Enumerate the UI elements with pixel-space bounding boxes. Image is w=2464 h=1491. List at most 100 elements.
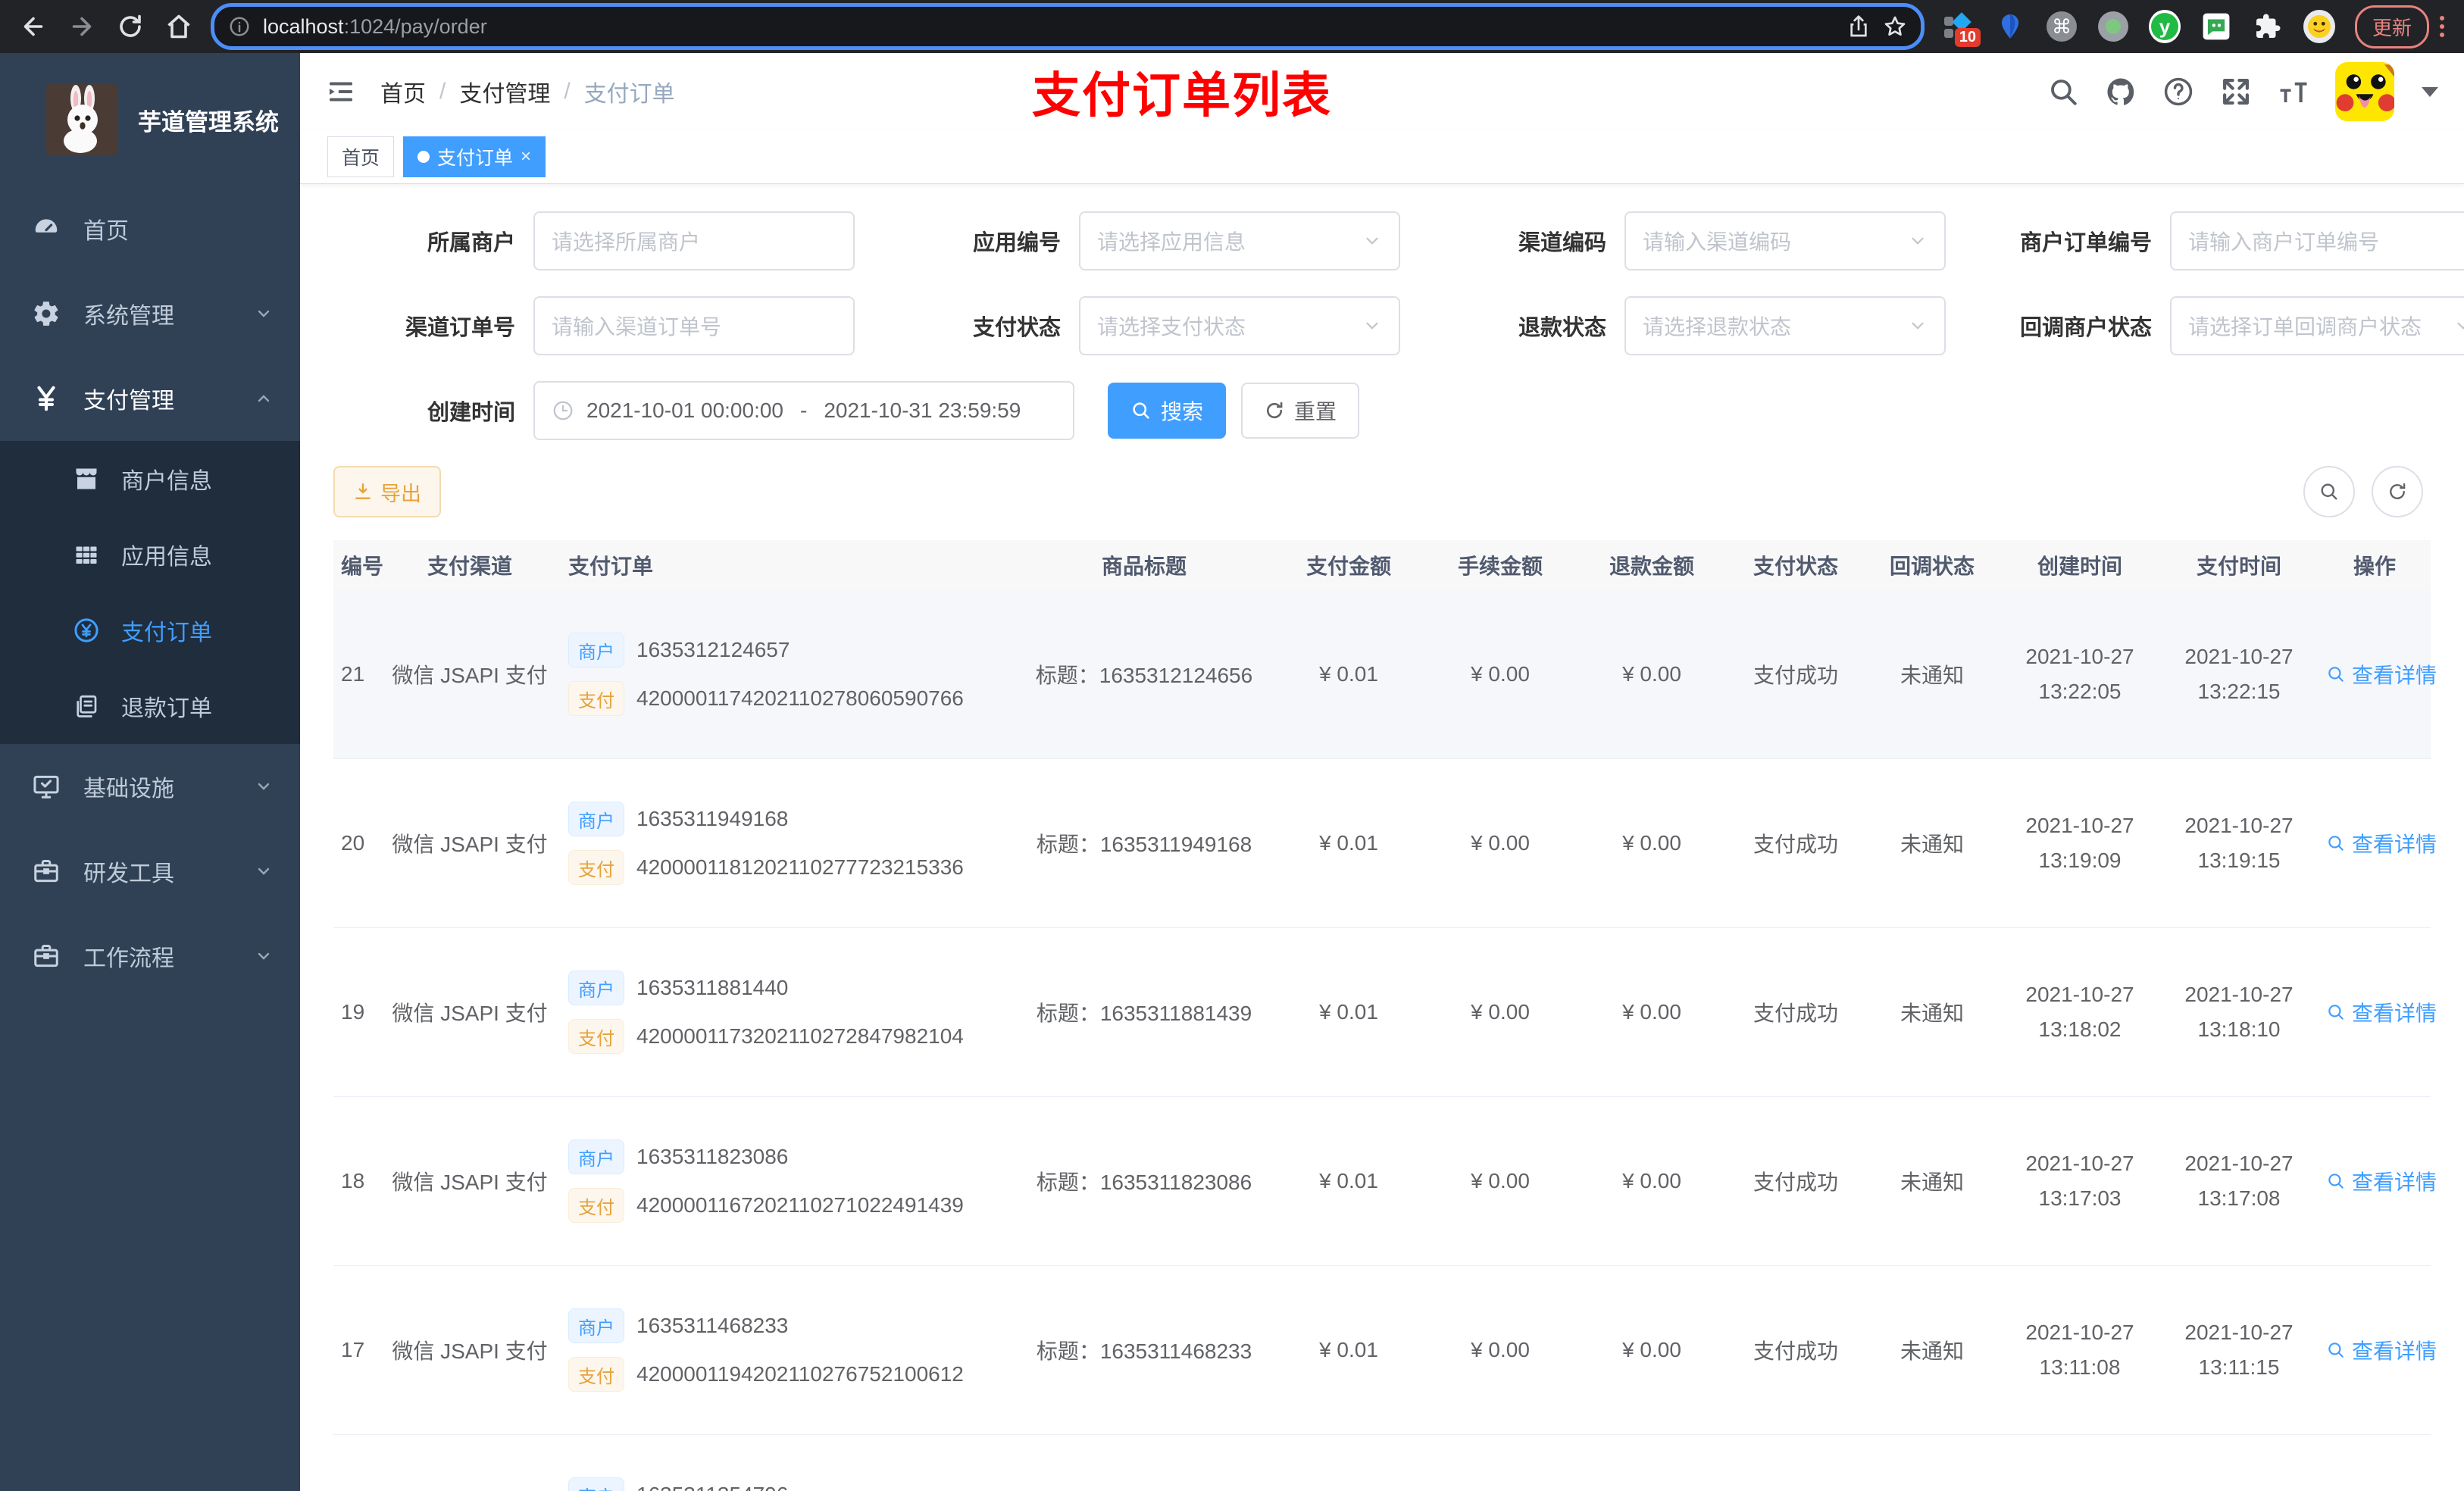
extension-command-icon[interactable]: ⌘: [2046, 11, 2078, 42]
back-icon[interactable]: [20, 13, 47, 40]
chevron-down-icon: [1912, 322, 1924, 330]
extensions-puzzle-icon[interactable]: [2252, 11, 2284, 42]
cell-fee: ¥ 0.00: [1424, 590, 1576, 759]
profile-emoji-icon[interactable]: [2303, 10, 2335, 43]
merchant-order-no: 1635311823086: [636, 1145, 789, 1168]
sidebar-item-payment[interactable]: 支付管理: [0, 356, 300, 441]
url-text[interactable]: localhost:1024/pay/order: [263, 15, 487, 39]
sidebar-item-label: 系统管理: [83, 304, 174, 329]
date-end: 2021-10-31 23:59:59: [824, 399, 1021, 422]
sidebar-item-refund-order[interactable]: 退款订单: [0, 668, 300, 744]
export-button[interactable]: 导出: [333, 466, 441, 517]
col-pay-order: 支付订单: [561, 540, 1015, 590]
user-avatar[interactable]: [2335, 62, 2394, 121]
refresh-table-button[interactable]: [2372, 466, 2423, 517]
sidebar-item-pay-order[interactable]: 支付订单: [0, 592, 300, 668]
cell-fee: ¥ 0.00: [1424, 758, 1576, 928]
sidebar-item-workflow[interactable]: 工作流程: [0, 914, 300, 999]
reload-icon[interactable]: [117, 13, 144, 40]
reset-button-label: 重置: [1294, 400, 1337, 424]
search-icon: [2328, 667, 2344, 682]
sidebar-item-system[interactable]: 系统管理: [0, 271, 300, 356]
create-time-range-input[interactable]: 2021-10-01 00:00:00 - 2021-10-31 23:59:5…: [533, 381, 1074, 440]
cell-notify-status: 未通知: [1864, 590, 2000, 759]
sidebar-item-label: 应用信息: [121, 545, 212, 570]
tab-home[interactable]: 首页: [327, 136, 395, 177]
url-bar[interactable]: localhost:1024/pay/order: [211, 3, 1925, 50]
browser-update-button[interactable]: 更新: [2354, 5, 2429, 48]
help-icon[interactable]: [2162, 76, 2194, 108]
app-select[interactable]: 请选择应用信息: [1079, 211, 1400, 270]
documents-icon: [77, 695, 97, 717]
cell-create-time: 2021-10-27 13:22:05: [2000, 590, 2159, 759]
view-detail-link[interactable]: 查看详情: [2326, 659, 2437, 689]
browser-menu-icon[interactable]: [2440, 16, 2444, 37]
sidebar-submenu-payment: 商户信息 应用信息 支付订单 退款订单: [0, 441, 300, 744]
sidebar-item-dev-tools[interactable]: 研发工具: [0, 829, 300, 914]
col-notify-status: 回调状态: [1864, 540, 2000, 590]
extension-record-icon[interactable]: [2097, 11, 2129, 42]
breadcrumb-home[interactable]: 首页: [380, 75, 426, 108]
home-icon[interactable]: [165, 13, 192, 40]
cell-pay-status: 支付成功: [1728, 1265, 1864, 1435]
merchant-input[interactable]: 请选择所属商户: [533, 211, 855, 270]
sidebar-logo[interactable]: 芋道管理系统: [0, 53, 300, 186]
merchant-tag: 商户: [568, 1477, 624, 1491]
cell-id: 20: [333, 758, 379, 928]
col-refund: 退款金额: [1576, 540, 1728, 590]
cell-amount: ¥ 0.01: [1273, 1265, 1424, 1435]
channel-order-no-input[interactable]: 请输入渠道订单号: [533, 296, 855, 355]
cell-notify-status: 未通知: [1864, 1265, 2000, 1435]
cell-id: [333, 1434, 379, 1491]
sidebar-item-home[interactable]: 首页: [0, 186, 300, 271]
tab-pay-order[interactable]: 支付订单 ×: [403, 136, 546, 177]
search-button[interactable]: 搜索: [1108, 383, 1227, 439]
placeholder: 请选择支付状态: [1097, 315, 1246, 339]
extension-balloon-icon[interactable]: [1994, 11, 2026, 42]
reset-button[interactable]: 重置: [1241, 383, 1360, 439]
channel-code-select[interactable]: 请输入渠道编码: [1624, 211, 1946, 270]
github-icon[interactable]: [2105, 76, 2137, 108]
view-detail-link[interactable]: 查看详情: [2326, 828, 2437, 858]
forward-icon[interactable]: [68, 13, 95, 40]
share-icon[interactable]: [1846, 14, 1871, 39]
extension-gem-icon[interactable]: 10: [1943, 11, 1981, 47]
refund-status-select[interactable]: 请选择退款状态: [1624, 296, 1946, 355]
font-size-icon[interactable]: [2278, 76, 2309, 108]
cell-actions: 查看详情: [2319, 1265, 2437, 1435]
view-detail-link[interactable]: 查看详情: [2326, 1166, 2437, 1196]
fullscreen-icon[interactable]: [2220, 76, 2252, 108]
col-channel: 支付渠道: [379, 540, 561, 590]
filter-label-merchant-order-no: 商户订单编号: [2019, 231, 2152, 255]
extension-y-icon[interactable]: y: [2148, 10, 2181, 43]
avatar-caret-icon[interactable]: [2422, 86, 2438, 97]
header-search-icon[interactable]: [2047, 76, 2079, 108]
pay-order-no: 4200001173202110272847982104: [636, 1024, 964, 1048]
site-info-icon[interactable]: [228, 15, 251, 38]
filter-label-refund-status: 退款状态: [1518, 316, 1606, 340]
sidebar-item-infra[interactable]: 基础设施: [0, 744, 300, 829]
bookmark-star-icon[interactable]: [1883, 14, 1907, 39]
breadcrumb-payment[interactable]: 支付管理: [459, 75, 550, 108]
pay-order-no: 4200001174202110278060590766: [636, 686, 964, 710]
merchant-order-no-input[interactable]: 请输入商户订单编号: [2170, 211, 2464, 270]
placeholder: 请选择退款状态: [1643, 315, 1792, 339]
col-amount: 支付金额: [1273, 540, 1424, 590]
download-icon: [355, 483, 371, 499]
close-icon[interactable]: ×: [521, 148, 531, 166]
col-fee: 手续金额: [1424, 540, 1576, 590]
dashboard-icon: [35, 219, 58, 233]
sidebar-item-merchant-info[interactable]: 商户信息: [0, 441, 300, 517]
view-detail-link[interactable]: 查看详情: [2326, 997, 2437, 1027]
view-detail-link[interactable]: 查看详情: [2326, 1335, 2437, 1365]
notify-status-select[interactable]: 请选择订单回调商户状态: [2170, 296, 2464, 355]
extension-chat-icon[interactable]: [2200, 11, 2232, 42]
toggle-search-button[interactable]: [2303, 466, 2355, 517]
pay-status-select[interactable]: 请选择支付状态: [1079, 296, 1400, 355]
sidebar-collapse-icon[interactable]: [326, 77, 356, 107]
merchant-order-no: 1635311881440: [636, 976, 789, 999]
table-header-row: 编号 支付渠道 支付订单 商品标题 支付金额 手续金额 退款金额 支付状态 回调…: [333, 540, 2431, 590]
cell-pay-order: 商户 1635311354796: [561, 1434, 1015, 1491]
sidebar-item-app-info[interactable]: 应用信息: [0, 517, 300, 592]
logo-rabbit-icon: [45, 83, 118, 156]
